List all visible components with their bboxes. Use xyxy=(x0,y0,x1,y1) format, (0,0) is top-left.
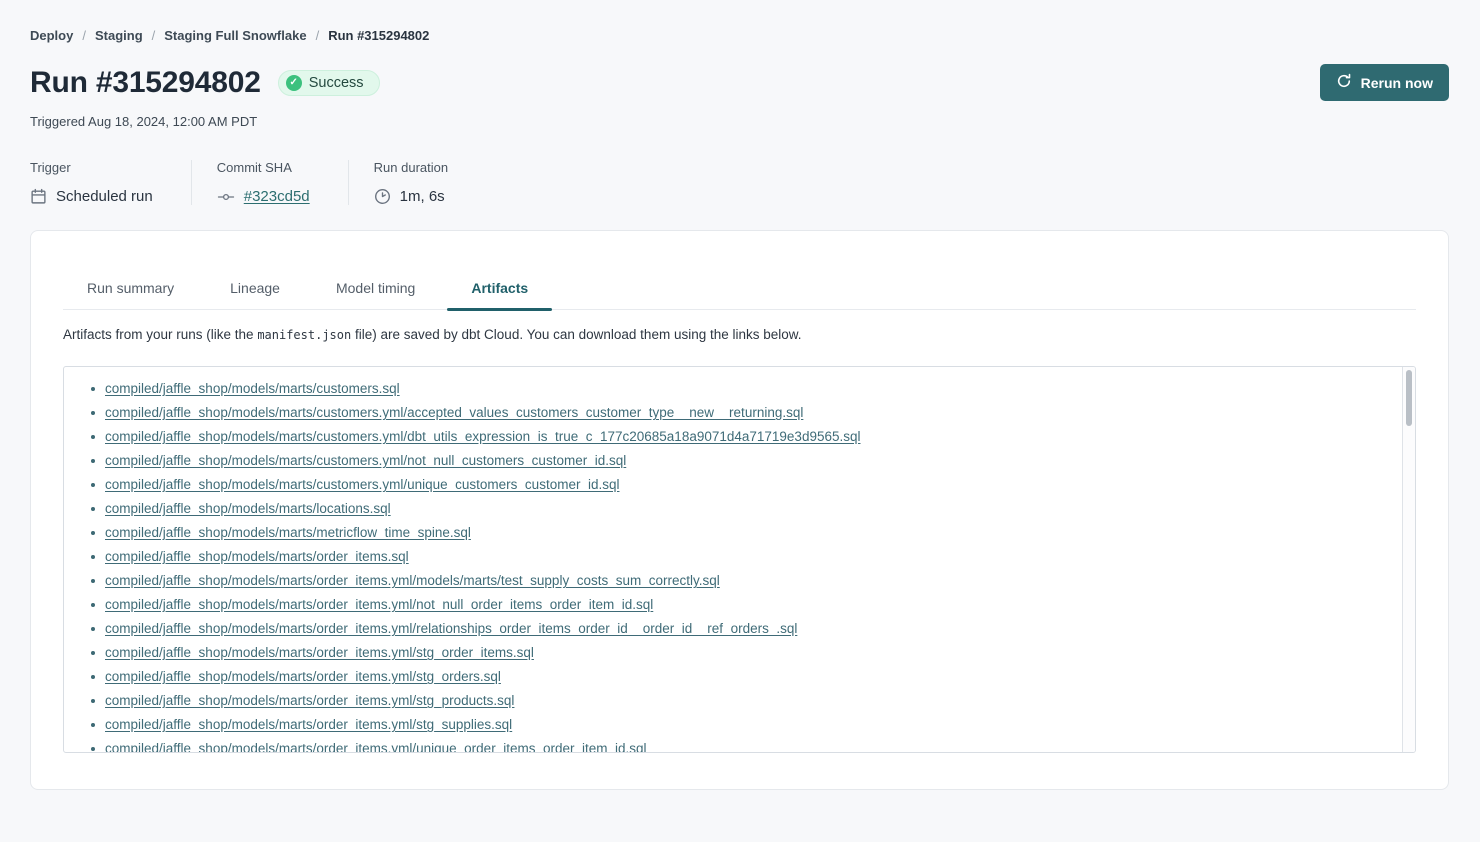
artifact-download-link[interactable]: compiled/jaffle_shop/models/marts/order_… xyxy=(105,693,514,708)
artifact-list-item: compiled/jaffle_shop/models/marts/custom… xyxy=(105,377,1391,401)
artifact-download-link[interactable]: compiled/jaffle_shop/models/marts/order_… xyxy=(105,573,720,588)
artifact-download-link[interactable]: compiled/jaffle_shop/models/marts/custom… xyxy=(105,453,626,468)
meta-commit-label: Commit SHA xyxy=(217,160,310,175)
success-check-icon: ✓ xyxy=(286,75,302,91)
commit-sha-link[interactable]: #323cd5d xyxy=(244,188,310,205)
header: Run #315294802 ✓ Success Rerun now xyxy=(30,64,1449,101)
artifact-list-item: compiled/jaffle_shop/models/marts/custom… xyxy=(105,449,1391,473)
meta-trigger-value: Scheduled run xyxy=(56,188,153,205)
tab-lineage[interactable]: Lineage xyxy=(206,280,304,309)
artifact-download-link[interactable]: compiled/jaffle_shop/models/marts/order_… xyxy=(105,717,512,732)
meta-duration-value: 1m, 6s xyxy=(400,188,445,205)
artifact-download-link[interactable]: compiled/jaffle_shop/models/marts/custom… xyxy=(105,477,619,492)
calendar-icon xyxy=(30,188,47,205)
run-meta-row: Trigger Scheduled run Commit SHA xyxy=(30,160,1449,205)
artifact-list-item: compiled/jaffle_shop/models/marts/order_… xyxy=(105,737,1391,753)
breadcrumb-separator: / xyxy=(316,28,320,43)
artifact-list-item: compiled/jaffle_shop/models/marts/order_… xyxy=(105,593,1391,617)
artifact-list-item: compiled/jaffle_shop/models/marts/order_… xyxy=(105,545,1391,569)
artifacts-description-suffix: file) are saved by dbt Cloud. You can do… xyxy=(351,327,801,342)
run-detail-page: Deploy / Staging / Staging Full Snowflak… xyxy=(0,0,1480,842)
scrollbar-track[interactable] xyxy=(1402,367,1415,752)
artifact-list-item: compiled/jaffle_shop/models/marts/order_… xyxy=(105,665,1391,689)
run-detail-card: Run summary Lineage Model timing Artifac… xyxy=(30,230,1449,790)
artifact-download-link[interactable]: compiled/jaffle_shop/models/marts/order_… xyxy=(105,669,501,684)
breadcrumb-staging[interactable]: Staging xyxy=(95,28,143,43)
triggered-timestamp: Triggered Aug 18, 2024, 12:00 AM PDT xyxy=(30,114,1449,129)
artifact-download-link[interactable]: compiled/jaffle_shop/models/marts/locati… xyxy=(105,501,391,516)
breadcrumb-current-run: Run #315294802 xyxy=(328,28,429,43)
artifact-download-link[interactable]: compiled/jaffle_shop/models/marts/order_… xyxy=(105,549,409,564)
artifact-list-item: compiled/jaffle_shop/models/marts/custom… xyxy=(105,425,1391,449)
meta-trigger-label: Trigger xyxy=(30,160,153,175)
artifact-list-item: compiled/jaffle_shop/models/marts/order_… xyxy=(105,713,1391,737)
artifact-download-link[interactable]: compiled/jaffle_shop/models/marts/order_… xyxy=(105,621,797,636)
meta-duration: Run duration 1m, 6s xyxy=(374,160,486,205)
artifact-list-item: compiled/jaffle_shop/models/marts/metric… xyxy=(105,521,1391,545)
artifact-download-link[interactable]: compiled/jaffle_shop/models/marts/custom… xyxy=(105,405,803,420)
artifacts-description: Artifacts from your runs (like the manif… xyxy=(63,327,1416,342)
refresh-icon xyxy=(1336,73,1352,92)
meta-trigger: Trigger Scheduled run xyxy=(30,160,192,205)
artifact-list-item: compiled/jaffle_shop/models/marts/order_… xyxy=(105,569,1391,593)
artifact-list-item: compiled/jaffle_shop/models/marts/custom… xyxy=(105,473,1391,497)
breadcrumb-separator: / xyxy=(82,28,86,43)
breadcrumb: Deploy / Staging / Staging Full Snowflak… xyxy=(30,28,1449,43)
artifact-download-link[interactable]: compiled/jaffle_shop/models/marts/order_… xyxy=(105,741,647,753)
page-title: Run #315294802 xyxy=(30,67,261,99)
artifact-download-link[interactable]: compiled/jaffle_shop/models/marts/order_… xyxy=(105,597,653,612)
artifact-list: compiled/jaffle_shop/models/marts/custom… xyxy=(64,367,1415,753)
meta-commit: Commit SHA #323cd5d xyxy=(217,160,349,205)
status-badge: ✓ Success xyxy=(278,70,380,96)
rerun-now-label: Rerun now xyxy=(1361,75,1433,91)
clock-icon xyxy=(374,188,391,205)
artifact-list-item: compiled/jaffle_shop/models/marts/custom… xyxy=(105,401,1391,425)
artifact-download-link[interactable]: compiled/jaffle_shop/models/marts/custom… xyxy=(105,429,861,444)
tab-artifacts[interactable]: Artifacts xyxy=(447,280,552,309)
rerun-now-button[interactable]: Rerun now xyxy=(1320,64,1449,101)
artifact-download-link[interactable]: compiled/jaffle_shop/models/marts/order_… xyxy=(105,645,534,660)
artifact-list-item: compiled/jaffle_shop/models/marts/order_… xyxy=(105,689,1391,713)
artifact-download-link[interactable]: compiled/jaffle_shop/models/marts/metric… xyxy=(105,525,471,540)
breadcrumb-job[interactable]: Staging Full Snowflake xyxy=(164,28,306,43)
breadcrumb-separator: / xyxy=(152,28,156,43)
scrollbar-thumb[interactable] xyxy=(1406,370,1412,426)
artifacts-description-prefix: Artifacts from your runs (like the xyxy=(63,327,257,342)
artifact-download-link[interactable]: compiled/jaffle_shop/models/marts/custom… xyxy=(105,381,400,396)
artifact-list-item: compiled/jaffle_shop/models/marts/order_… xyxy=(105,617,1391,641)
tab-bar: Run summary Lineage Model timing Artifac… xyxy=(63,280,1416,310)
breadcrumb-deploy[interactable]: Deploy xyxy=(30,28,73,43)
git-commit-icon xyxy=(217,189,235,205)
meta-duration-label: Run duration xyxy=(374,160,448,175)
artifact-list-box: compiled/jaffle_shop/models/marts/custom… xyxy=(63,366,1416,753)
artifact-list-item: compiled/jaffle_shop/models/marts/order_… xyxy=(105,641,1391,665)
artifacts-description-code: manifest.json xyxy=(257,328,351,342)
status-badge-label: Success xyxy=(309,75,364,91)
tab-model-timing[interactable]: Model timing xyxy=(312,280,439,309)
tab-run-summary[interactable]: Run summary xyxy=(63,280,198,309)
artifact-list-item: compiled/jaffle_shop/models/marts/locati… xyxy=(105,497,1391,521)
